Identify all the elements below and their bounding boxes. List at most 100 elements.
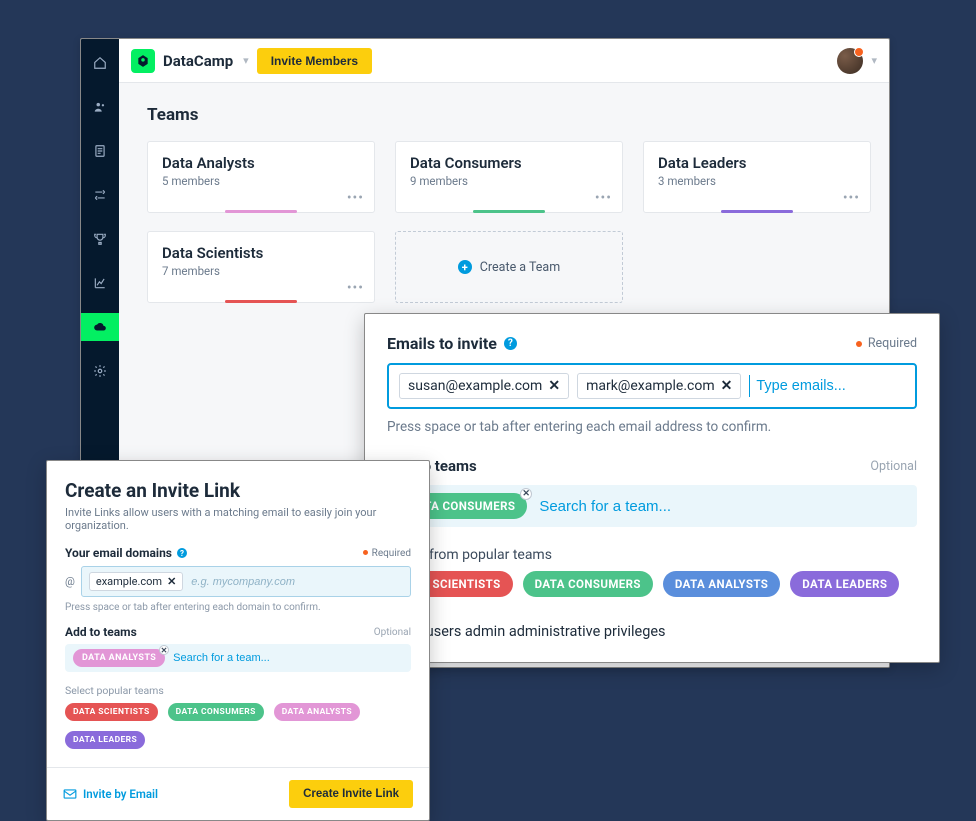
- chevron-down-icon: ▾: [871, 54, 877, 67]
- team-accent: [721, 210, 793, 213]
- team-name: Data Scientists: [162, 244, 360, 262]
- more-icon[interactable]: •••: [347, 190, 364, 206]
- domain-chipbox[interactable]: example.com ✕: [81, 566, 411, 597]
- pill-label: DATA LEADERS: [802, 577, 887, 591]
- more-icon[interactable]: •••: [595, 190, 612, 206]
- domain-chip[interactable]: example.com ✕: [89, 572, 183, 591]
- pill-label: DATA ANALYSTS: [675, 577, 768, 591]
- nav-content[interactable]: [81, 137, 119, 165]
- pill-label: DATA LEADERS: [73, 735, 137, 745]
- info-icon[interactable]: ?: [177, 548, 187, 558]
- link-text: Invite by Email: [83, 787, 158, 801]
- pill-label: DATA ANALYSTS: [282, 707, 352, 717]
- popular-teams-title: Select popular teams: [65, 684, 411, 697]
- home-icon: [93, 56, 107, 70]
- create-team-button[interactable]: + Create a Team: [395, 231, 623, 303]
- team-grid: Data Analysts 5 members ••• Data Consume…: [147, 141, 861, 303]
- remove-icon[interactable]: ✕: [721, 378, 733, 394]
- nav-settings[interactable]: [81, 357, 119, 385]
- optional-label: Optional: [374, 627, 411, 638]
- pill-label: DATA ANALYSTS: [82, 653, 156, 663]
- page-title: Teams: [147, 105, 861, 125]
- nav-teams[interactable]: [81, 313, 119, 341]
- admin-privileges-label: Grant users admin administrative privile…: [387, 623, 917, 640]
- team-card[interactable]: Data Scientists 7 members •••: [147, 231, 375, 303]
- popular-teams-title: Select from popular teams: [387, 547, 917, 563]
- team-card[interactable]: Data Analysts 5 members •••: [147, 141, 375, 213]
- invite-link-title: Create an Invite Link: [65, 479, 411, 502]
- team-pill[interactable]: DATA ANALYSTS: [274, 703, 360, 721]
- email-chipbox[interactable]: susan@example.com ✕ mark@example.com ✕: [387, 363, 917, 409]
- user-menu[interactable]: ▾: [837, 48, 877, 74]
- invite-link-modal: Create an Invite Link Invite Links allow…: [46, 460, 430, 821]
- nav-tracks[interactable]: [81, 181, 119, 209]
- team-search-input[interactable]: [539, 498, 738, 515]
- team-members: 5 members: [162, 174, 360, 188]
- team-members: 7 members: [162, 264, 360, 278]
- team-pill[interactable]: DATA CONSUMERS: [168, 703, 264, 721]
- remove-icon[interactable]: ✕: [159, 645, 169, 655]
- team-name: Data Consumers: [410, 154, 608, 172]
- domain-hint: Press space or tab after entering each d…: [65, 602, 411, 613]
- team-card[interactable]: Data Leaders 3 members •••: [643, 141, 871, 213]
- team-accent: [225, 210, 297, 213]
- team-pill[interactable]: DATA LEADERS: [65, 731, 145, 749]
- pill-label: DATA CONSUMERS: [535, 577, 641, 591]
- invite-members-button[interactable]: Invite Members: [257, 48, 372, 74]
- nav-users[interactable]: [81, 93, 119, 121]
- remove-icon[interactable]: ✕: [167, 575, 176, 588]
- nav-leaderboard[interactable]: [81, 225, 119, 253]
- chip-text: susan@example.com: [408, 378, 542, 394]
- page-icon: [93, 144, 107, 158]
- emails-title-text: Emails to invite: [387, 334, 497, 353]
- emails-title: Emails to invite ?: [387, 334, 517, 353]
- emails-invite-modal: Emails to invite ? Required susan@exampl…: [364, 313, 940, 663]
- more-icon[interactable]: •••: [843, 190, 860, 206]
- chip-text: example.com: [96, 575, 162, 588]
- team-pill[interactable]: DATA SCIENTISTS: [65, 703, 158, 721]
- team-pill[interactable]: DATA ANALYSTS: [663, 571, 780, 597]
- domains-title-text: Your email domains: [65, 546, 172, 560]
- plus-icon: +: [458, 260, 472, 274]
- more-icon[interactable]: •••: [347, 280, 364, 296]
- team-card[interactable]: Data Consumers 9 members •••: [395, 141, 623, 213]
- remove-icon[interactable]: ✕: [520, 488, 532, 500]
- email-chip[interactable]: susan@example.com ✕: [399, 373, 569, 399]
- domain-input[interactable]: [191, 576, 403, 588]
- email-hint: Press space or tab after entering each e…: [387, 419, 917, 435]
- tracks-icon: [93, 188, 107, 202]
- chart-icon: [93, 276, 107, 290]
- popular-team-row: DATA SCIENTISTS DATA CONSUMERS DATA ANAL…: [387, 571, 917, 597]
- pill-label: DATA SCIENTISTS: [73, 707, 150, 717]
- selected-team-pill[interactable]: DATA ANALYSTS ✕: [73, 649, 165, 667]
- optional-label: Optional: [870, 459, 917, 474]
- nav-home[interactable]: [81, 49, 119, 77]
- info-icon[interactable]: ?: [504, 337, 517, 350]
- team-select-box[interactable]: DATA ANALYSTS ✕: [65, 644, 411, 672]
- email-input[interactable]: [749, 375, 905, 397]
- nav-reports[interactable]: [81, 269, 119, 297]
- team-name: Data Analysts: [162, 154, 360, 172]
- topbar: DataCamp ▾ Invite Members ▾: [119, 39, 889, 83]
- chevron-down-icon[interactable]: ▾: [243, 54, 249, 67]
- invite-link-desc: Invite Links allow users with a matching…: [65, 506, 411, 532]
- team-pill[interactable]: DATA LEADERS: [790, 571, 899, 597]
- pill-label: DATA CONSUMERS: [176, 707, 256, 717]
- team-members: 9 members: [410, 174, 608, 188]
- at-symbol: @: [65, 575, 75, 588]
- remove-icon[interactable]: ✕: [548, 378, 560, 394]
- team-search-input[interactable]: [173, 652, 315, 664]
- invite-by-email-link[interactable]: Invite by Email: [63, 787, 158, 801]
- team-members: 3 members: [658, 174, 856, 188]
- trophy-icon: [93, 232, 107, 246]
- email-chip[interactable]: mark@example.com ✕: [577, 373, 741, 399]
- chip-text: mark@example.com: [586, 378, 715, 394]
- avatar: [837, 48, 863, 74]
- add-teams-title: Add to teams: [65, 625, 137, 639]
- team-accent: [473, 210, 545, 213]
- org-name[interactable]: DataCamp: [163, 52, 233, 70]
- required-label: Required: [363, 548, 411, 559]
- users-icon: [93, 100, 107, 114]
- team-select-box[interactable]: DATA CONSUMERS ✕: [387, 485, 917, 527]
- team-pill[interactable]: DATA CONSUMERS: [523, 571, 653, 597]
